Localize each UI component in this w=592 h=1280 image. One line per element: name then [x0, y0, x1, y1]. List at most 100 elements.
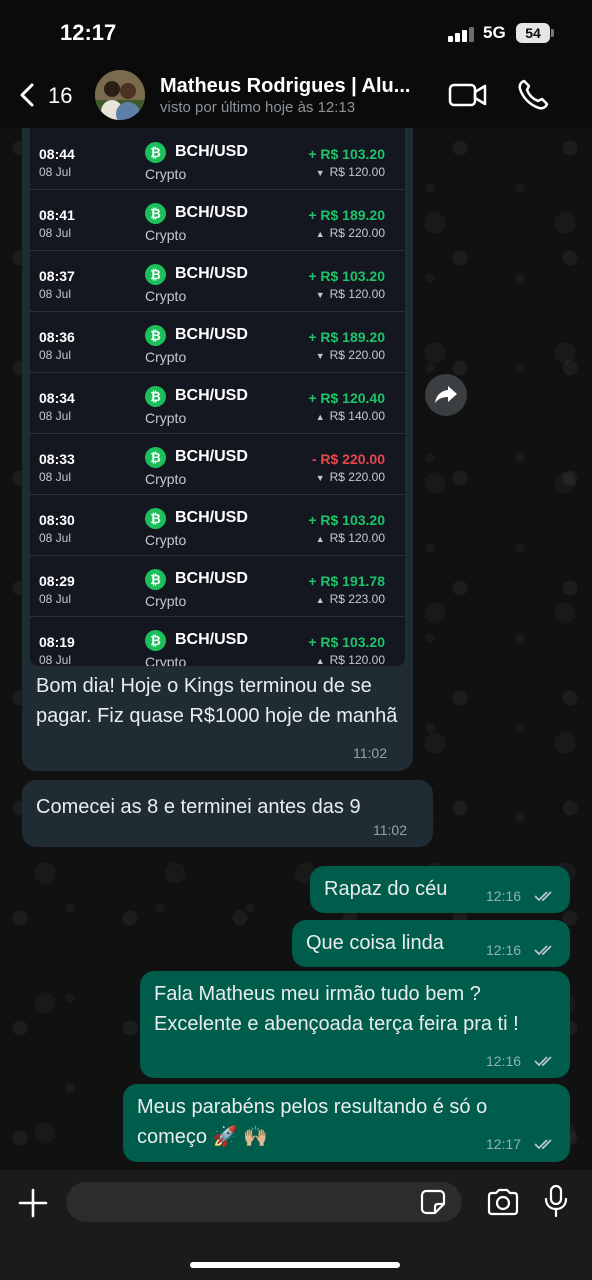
trade-amount-value: R$ 223.00	[329, 592, 385, 606]
triangle-down-icon: ▼	[315, 473, 325, 483]
trade-profit: + R$ 103.20	[308, 634, 385, 650]
forward-button[interactable]	[425, 374, 467, 416]
forward-icon	[435, 386, 457, 403]
trade-date: 08 Jul	[39, 592, 72, 606]
trade-date: 08 Jul	[39, 409, 72, 423]
trade-amount-value: R$ 120.00	[329, 165, 385, 179]
bitcoin-cash-icon: ₿	[145, 508, 166, 529]
trade-pair: BCH/USD	[175, 265, 248, 282]
trade-time: 08:41	[39, 207, 75, 223]
trade-type: Crypto	[145, 349, 187, 365]
message-time: 12:16	[486, 1053, 522, 1069]
bitcoin-cash-icon: ₿	[145, 386, 166, 407]
triangle-up-icon: ▲	[315, 534, 325, 544]
trade-profit: + R$ 189.20	[308, 207, 385, 223]
trade-amount: ▼ R$ 120.00	[316, 287, 385, 301]
trade-profit: + R$ 191.78	[308, 573, 385, 589]
unread-count[interactable]: 16	[48, 83, 72, 109]
trade-time: 08:44	[39, 146, 75, 162]
trade-row: 08:36 08 Jul ₿ BCH/USD Crypto + R$ 189.20 ▼ R$ …	[30, 312, 405, 373]
trade-pair: BCH/USD	[175, 204, 248, 221]
signal-icon	[448, 26, 476, 42]
battery-tip	[551, 29, 554, 37]
outgoing-message[interactable]: Rapaz do céu 12:16	[310, 866, 570, 913]
trade-pair: BCH/USD	[175, 631, 248, 648]
trade-amount: ▲ R$ 120.00	[316, 531, 385, 545]
message-input[interactable]	[66, 1182, 462, 1222]
image-message[interactable]: 08:44 08 Jul ₿ BCH/USD Crypto + R$ 103.20 ▼ R$ …	[22, 128, 413, 771]
video-camera-icon[interactable]	[448, 81, 488, 109]
outgoing-message[interactable]: Meus parabéns pelos resultando é só o co…	[123, 1084, 570, 1162]
bitcoin-cash-icon: ₿	[145, 569, 166, 590]
incoming-message[interactable]: Comecei as 8 e terminei antes das 9 11:0…	[22, 780, 433, 847]
trade-amount: ▲ R$ 220.00	[316, 226, 385, 240]
chat-header: 16 Matheus Rodrigues | Alu... visto por …	[0, 62, 592, 128]
network-type: 5G	[483, 23, 506, 42]
trade-type: Crypto	[145, 227, 187, 243]
trade-profit: + R$ 103.20	[308, 512, 385, 528]
triangle-up-icon: ▲	[315, 229, 325, 239]
microphone-icon[interactable]	[543, 1184, 569, 1218]
trade-pair: BCH/USD	[175, 143, 248, 160]
trade-amount: ▼ R$ 220.00	[316, 348, 385, 362]
message-text: Fala Matheus meu irmão tudo bem ? Excele…	[154, 983, 519, 1035]
trade-amount: ▲ R$ 223.00	[316, 592, 385, 606]
read-receipt-icon	[534, 891, 552, 902]
trade-type: Crypto	[145, 166, 187, 182]
message-text: Bom dia! Hoje o Kings terminou de se pag…	[36, 675, 398, 727]
bitcoin-cash-icon: ₿	[145, 264, 166, 285]
read-receipt-icon	[534, 1139, 552, 1150]
triangle-down-icon: ▼	[315, 168, 325, 178]
trade-profit: + R$ 120.40	[308, 390, 385, 406]
trade-type: Crypto	[145, 410, 187, 426]
avatar[interactable]	[95, 70, 145, 120]
sticker-icon[interactable]	[420, 1189, 446, 1215]
bitcoin-cash-icon: ₿	[145, 325, 166, 346]
trade-pair: BCH/USD	[175, 509, 248, 526]
home-indicator[interactable]	[190, 1262, 400, 1268]
trade-amount-value: R$ 220.00	[329, 226, 385, 240]
bitcoin-cash-icon: ₿	[145, 447, 166, 468]
read-receipt-icon	[534, 1056, 552, 1067]
trade-amount-value: R$ 140.00	[329, 409, 385, 423]
trade-amount: ▲ R$ 140.00	[316, 409, 385, 423]
outgoing-message[interactable]: Que coisa linda 12:16	[292, 920, 570, 967]
trade-amount-value: R$ 120.00	[329, 531, 385, 545]
trade-date: 08 Jul	[39, 287, 72, 301]
trade-time: 08:30	[39, 512, 75, 528]
trade-type: Crypto	[145, 288, 187, 304]
trade-time: 08:33	[39, 451, 75, 467]
message-time: 11:02	[353, 745, 387, 761]
phone-icon[interactable]	[516, 78, 550, 112]
trade-date: 08 Jul	[39, 165, 72, 179]
trade-row: 08:41 08 Jul ₿ BCH/USD Crypto + R$ 189.20 ▲ R$ …	[30, 190, 405, 251]
triangle-up-icon: ▲	[315, 595, 325, 605]
trade-row: 08:30 08 Jul ₿ BCH/USD Crypto + R$ 103.20 ▲ R$ …	[30, 495, 405, 556]
message-text: Comecei as 8 e terminei antes das 9	[36, 796, 361, 818]
contact-name[interactable]: Matheus Rodrigues | Alu...	[160, 75, 410, 98]
trade-profit: + R$ 103.20	[308, 268, 385, 284]
trade-history-image[interactable]: 08:44 08 Jul ₿ BCH/USD Crypto + R$ 103.20 ▼ R$ …	[30, 128, 405, 666]
bitcoin-cash-icon: ₿	[145, 630, 166, 651]
trade-amount-value: R$ 220.00	[329, 348, 385, 362]
trade-row: 08:29 08 Jul ₿ BCH/USD Crypto + R$ 191.78 ▲ R$ …	[30, 556, 405, 617]
bitcoin-cash-icon: ₿	[145, 203, 166, 224]
trade-type: Crypto	[145, 471, 187, 487]
plus-icon[interactable]	[18, 1188, 48, 1218]
trade-profit: - R$ 220.00	[311, 451, 385, 467]
outgoing-message[interactable]: Fala Matheus meu irmão tudo bem ? Excele…	[140, 971, 570, 1078]
triangle-down-icon: ▼	[315, 290, 325, 300]
chat-area[interactable]: 08:44 08 Jul ₿ BCH/USD Crypto + R$ 103.20 ▼ R$ …	[0, 128, 592, 1170]
trade-amount: ▼ R$ 220.00	[316, 470, 385, 484]
chevron-left-icon[interactable]	[16, 82, 40, 108]
trade-row: 08:34 08 Jul ₿ BCH/USD Crypto + R$ 120.40 ▲ R$ …	[30, 373, 405, 434]
status-time: 12:17	[60, 20, 117, 45]
triangle-up-icon: ▲	[315, 656, 325, 666]
triangle-down-icon: ▼	[315, 351, 325, 361]
trade-amount: ▼ R$ 120.00	[316, 165, 385, 179]
trade-profit: + R$ 189.20	[308, 329, 385, 345]
trade-type: Crypto	[145, 532, 187, 548]
camera-icon[interactable]	[486, 1188, 520, 1216]
trade-type: Crypto	[145, 593, 187, 609]
trade-profit: + R$ 103.20	[308, 146, 385, 162]
